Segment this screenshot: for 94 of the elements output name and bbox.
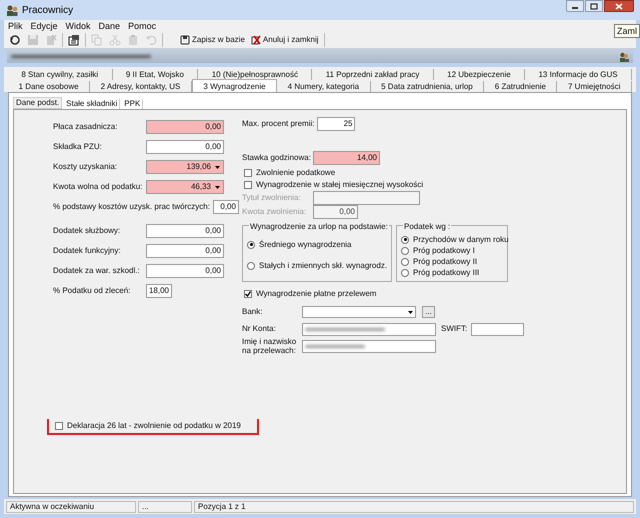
menu-item[interactable]: Dane [98,20,120,32]
field-label: SWIFT: [441,323,468,335]
paste-icon [127,34,139,46]
radio-label: Próg podatkowy II [413,256,478,268]
input-field[interactable] [302,322,436,336]
tab[interactable]: 11 Poprzedni zakład pracy [312,69,434,80]
undo-icon [145,34,157,46]
status-text: Aktywna w oczekiwaniu [6,500,136,512]
tab[interactable]: 3 Wynagrodzenie [192,79,278,92]
group-title: Wynagrodzenie za urlop na podstawie: [249,221,389,233]
field-label: Stawka godzinowa: [242,152,312,164]
field-label: Bank: [242,306,264,318]
radio-button[interactable] [247,240,255,249]
input-field[interactable]: 0,00 [146,264,224,278]
input-field[interactable]: 0,00 [146,120,224,134]
tooltip: Zaml [614,24,640,38]
field-label: Dodatek funkcyjny: [53,245,122,257]
checkbox-label: Zwolnienie podatkowe [256,167,336,179]
refresh-icon [9,34,21,46]
menu-item[interactable]: Widok [66,20,91,32]
input-field[interactable]: 0,00 [146,244,224,258]
radio-label: Próg podatkowy III [413,266,480,278]
close-icon [615,2,623,10]
input-field[interactable] [313,191,420,205]
cut-icon [109,34,121,46]
field-label: Nr Konta: [242,323,277,335]
input-field[interactable] [302,340,436,352]
save-button[interactable]: Zapisz w bazie [179,33,246,47]
input-field[interactable]: 14,00 [313,151,380,165]
input-field[interactable]: 46,33 [146,180,224,194]
status-text: ... [138,500,192,512]
copy-icon [91,34,103,46]
close-button[interactable] [604,0,634,12]
group-title: Podatek wg : [403,221,452,233]
field-label: Tytuł zwolnienia: [242,192,302,204]
minimize-button[interactable] [566,0,584,12]
tab[interactable]: 12 Ubezpieczenie [434,69,526,80]
field-label: Dodatek służbowy: [53,225,122,237]
field-label: Max. procent premii: [242,118,314,130]
field-label: Kwota zwolnienia: [242,206,308,218]
window-title: Pracownicy [22,4,74,18]
input-field[interactable] [471,322,524,336]
tab[interactable]: 8 Stan cywilny, zasiłki [8,69,112,80]
checkbox-label: Wynagrodzenie w stałej miesięcznej wysokości [256,179,424,191]
status-text: Pozycja 1 z 1 [194,500,634,512]
checkbox-label: Deklaracja 26 lat - zwolnienie od podatku w 2019 [67,420,241,432]
tab[interactable]: 13 Informacje do GUS [525,69,632,80]
cancel-button[interactable]: Anuluj i zamknij [250,33,320,47]
checkbox[interactable] [244,290,252,298]
checkbox-label: Wynagrodzenie płatne przelewem [256,288,376,300]
maximize-icon [590,2,598,10]
field-label: % Podatku od zleceń: [53,285,132,297]
radio-button[interactable] [401,268,409,276]
input-field[interactable]: 18,00 [146,284,172,298]
radio-button[interactable] [401,258,409,266]
properties-button[interactable] [67,33,81,47]
check-icon [245,291,251,297]
input-field[interactable]: 139,06 [146,160,224,174]
menu-item[interactable]: Edycje [30,20,58,32]
browse-button[interactable]: ... [422,306,435,318]
field-label: % podstawy kosztów uzysk. prac twórczych: [53,201,210,213]
blurred-text [305,344,365,348]
menu-item[interactable]: Pomoc [128,20,156,32]
field-label: Koszty uzyskania: [53,161,118,173]
field-label: Dodatek za war. szkodl.: [53,265,141,277]
radio-label: Próg podatkowy I [413,244,475,256]
input-field[interactable]: 25 [317,117,356,131]
save-icon [27,34,39,46]
radio-label: Stałych i zmiennych skł. wynagrodz. [259,260,388,272]
radio-label: Przychodów w danym roku [413,234,509,246]
checkbox[interactable] [55,422,63,430]
people-icon [619,52,629,62]
radio-button[interactable] [247,262,255,270]
input-field[interactable]: 0,00 [146,140,224,154]
menu-item[interactable]: Plik [8,20,23,32]
bank-dropdown[interactable] [302,306,416,318]
maximize-button[interactable] [585,0,603,12]
field-label: Imię i nazwisko na przelewach: [242,337,298,355]
input-field[interactable]: 0,00 [212,200,239,214]
radio-button[interactable] [401,246,409,254]
radio-button[interactable] [401,236,409,244]
checkbox[interactable] [244,181,252,189]
refresh-button[interactable] [8,33,22,47]
field-label: Składka PZU: [53,141,103,153]
properties-icon [68,34,80,46]
radio-label: Średniego wynagrodzenia [259,238,352,251]
checkbox[interactable] [244,169,252,177]
field-label: Kwota wolna od podatku: [53,181,144,193]
people-icon [6,4,18,16]
delete-icon [45,34,57,46]
sub-tab[interactable]: Dane podst. [13,97,62,109]
field-label: Płaca zasadnicza: [53,121,118,133]
input-field[interactable]: 0,00 [146,224,224,238]
cross-icon [250,35,261,45]
